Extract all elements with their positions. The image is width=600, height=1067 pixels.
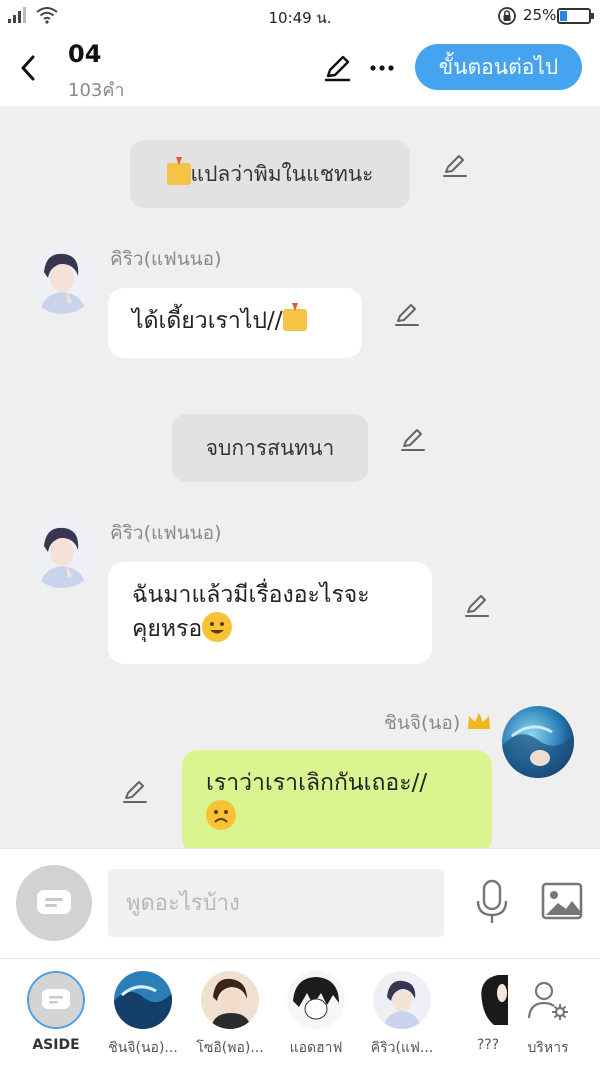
battery-percent: 25%: [523, 6, 557, 24]
chat-bubble[interactable]: ฉันมาแล้วมีเรื่องอะไรจะ คุยหรอ: [108, 562, 432, 664]
next-step-button[interactable]: ขั้นตอนต่อไป: [415, 44, 582, 90]
character-shinji[interactable]: ชินจิ(นอ)...: [97, 971, 189, 1059]
chat-area[interactable]: แปลว่าพิมในแชทนะ คิริว(แฟนนอ) ได้เดี้ยวเ…: [0, 106, 600, 848]
chat-bubble[interactable]: ได้เดี้ยวเราไป//: [108, 288, 362, 358]
character-name: บริหาร: [527, 1040, 569, 1056]
message-input[interactable]: [108, 869, 444, 937]
character-name: ชินจิ(นอ): [384, 708, 492, 738]
battery-icon: [557, 8, 594, 24]
word-count: 103คำ: [68, 80, 125, 101]
edit-message-pencil-icon[interactable]: [120, 776, 150, 806]
chat-bubble-icon: [42, 989, 70, 1009]
status-bar: 10:49 น. 25%: [0, 0, 600, 32]
character-kiryu[interactable]: คิริว(แฟ...: [356, 971, 448, 1059]
edit-title-pencil-icon[interactable]: [322, 52, 354, 84]
aside-avatar: [27, 971, 85, 1029]
narration-message[interactable]: จบการสนทนา: [172, 414, 368, 482]
manage-person-gear-icon: [519, 971, 577, 1029]
avatar: [114, 971, 172, 1029]
avatar: [373, 971, 431, 1029]
character-aside[interactable]: ASIDE: [10, 971, 102, 1053]
message-text-line: ฉันมาแล้วมีเรื่องอะไรจะ: [132, 582, 370, 608]
character-name: คิริว(แฟ...: [370, 1040, 434, 1056]
rotation-lock-icon: [498, 7, 516, 25]
message-text: ได้เดี้ยวเราไป//: [132, 308, 283, 334]
my-chat-bubble[interactable]: เราว่าเราเลิกกันเถอะ//: [182, 750, 492, 848]
inbox-download-emoji: [282, 303, 307, 331]
inbox-download-emoji: [166, 157, 191, 185]
character-name: ชินจิ(นอ)...: [108, 1040, 178, 1056]
input-bar: [0, 848, 600, 958]
message-text-line: เราว่าเราเลิกกันเถอะ//: [206, 770, 428, 796]
character-bar: ASIDE ชินจิ(นอ)... โซอิ(พอ)... แอดฮาฟ คิ…: [0, 958, 600, 1067]
narration-message[interactable]: แปลว่าพิมในแชทนะ: [130, 140, 410, 208]
message-text-line: คุยหรอ: [132, 616, 203, 642]
character-soi[interactable]: โซอิ(พอ)...: [184, 971, 276, 1059]
character-name: ASIDE: [32, 1037, 80, 1053]
character-adhaf[interactable]: แอดฮาฟ: [270, 971, 362, 1059]
avatar-kiryu[interactable]: [26, 516, 98, 588]
more-options-icon[interactable]: [366, 52, 398, 84]
frowning-face-emoji: [206, 800, 236, 830]
page-title: 04: [68, 40, 102, 68]
crown-emoji: [460, 712, 492, 734]
edit-message-pencil-icon[interactable]: [440, 150, 470, 180]
image-icon[interactable]: [540, 881, 584, 921]
narration-text: จบการสนทนา: [205, 435, 335, 460]
character-name: คิริว(แฟนนอ): [110, 248, 222, 270]
aside-toggle-button[interactable]: [16, 865, 92, 941]
chat-bubble-icon: [37, 890, 71, 914]
avatar: [287, 971, 345, 1029]
avatar-kiryu[interactable]: [26, 242, 98, 314]
chevron-left-icon: [21, 55, 35, 81]
avatar: [201, 971, 259, 1029]
back-button[interactable]: [14, 50, 42, 86]
narration-text: แปลว่าพิมในแชทนะ: [190, 161, 374, 186]
character-name: แอดฮาฟ: [289, 1040, 343, 1056]
edit-message-pencil-icon[interactable]: [398, 424, 428, 454]
avatar-shinji[interactable]: [502, 706, 574, 778]
header: 04 103คำ ขั้นตอนต่อไป: [0, 32, 600, 106]
character-name: คิริว(แฟนนอ): [110, 522, 222, 544]
microphone-icon[interactable]: [474, 879, 510, 925]
manage-characters-button[interactable]: บริหาร: [502, 971, 594, 1059]
smiling-face-emoji: [202, 612, 233, 642]
edit-message-pencil-icon[interactable]: [462, 590, 492, 620]
character-name: โซอิ(พอ)...: [196, 1040, 264, 1056]
edit-message-pencil-icon[interactable]: [392, 299, 422, 329]
